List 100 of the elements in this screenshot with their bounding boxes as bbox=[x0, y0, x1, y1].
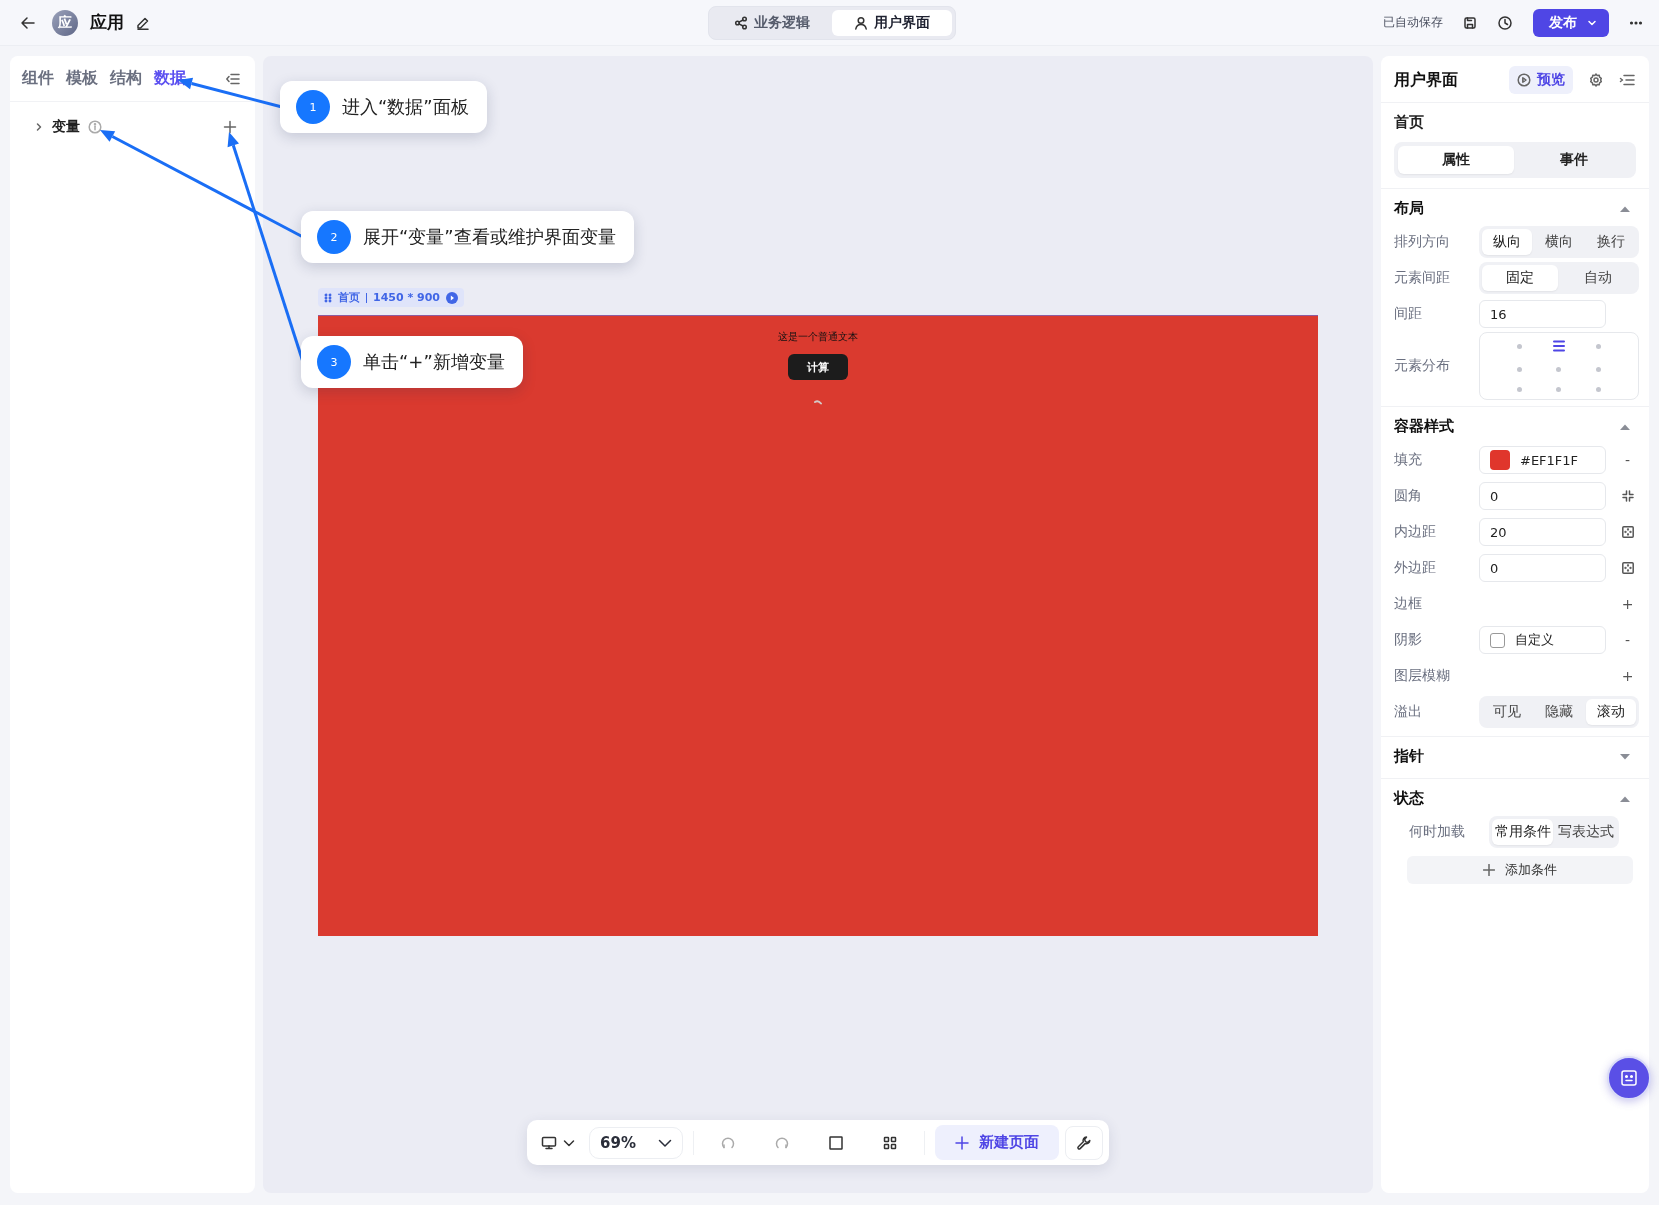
settings-icon[interactable] bbox=[1589, 73, 1603, 87]
app-logo: 应 bbox=[52, 9, 78, 36]
spacing-icon[interactable] bbox=[1621, 562, 1634, 574]
edit-icon[interactable] bbox=[136, 15, 150, 30]
tree-item[interactable]: 变量 bbox=[52, 118, 80, 136]
color-swatch[interactable] bbox=[1490, 450, 1510, 470]
back-icon[interactable] bbox=[20, 14, 36, 31]
segment-option[interactable]: 常用条件 bbox=[1492, 819, 1553, 845]
spacing-icon[interactable] bbox=[1621, 526, 1634, 538]
align-dot[interactable] bbox=[1517, 343, 1523, 349]
align-dot[interactable] bbox=[1517, 367, 1523, 372]
callout-text: 进入“数据”面板 bbox=[342, 95, 469, 119]
input-field[interactable]: 0 bbox=[1479, 554, 1606, 582]
add-icon[interactable] bbox=[223, 120, 237, 134]
checkbox[interactable] bbox=[1490, 632, 1505, 648]
section-title: 指针 bbox=[1394, 747, 1424, 766]
shadow-field[interactable]: 自定义 bbox=[1479, 626, 1606, 654]
align-dot[interactable] bbox=[1595, 367, 1601, 372]
wrench-icon bbox=[1075, 1134, 1092, 1151]
row-action[interactable]: + bbox=[1621, 668, 1634, 684]
field-label: 阴影 bbox=[1394, 631, 1423, 649]
segment-option[interactable]: 可见 bbox=[1482, 699, 1532, 725]
corners-icon[interactable] bbox=[1621, 490, 1634, 502]
play-icon bbox=[1517, 73, 1531, 87]
align-icon[interactable] bbox=[1552, 340, 1566, 353]
field-label: 填充 bbox=[1394, 451, 1423, 469]
row-action[interactable]: - bbox=[1624, 632, 1631, 648]
segment-option[interactable]: 横向 bbox=[1534, 229, 1584, 255]
page-name: 首页 bbox=[1393, 112, 1425, 133]
new-page-button[interactable]: 新建页面 bbox=[934, 1125, 1059, 1160]
row-action[interactable]: - bbox=[1624, 452, 1631, 468]
collapse-icon[interactable] bbox=[1619, 204, 1631, 213]
step-number: 1 bbox=[296, 90, 330, 124]
field-label: 圆角 bbox=[1394, 487, 1423, 505]
loading-icon bbox=[814, 400, 822, 406]
collapse-icon[interactable] bbox=[1619, 422, 1631, 431]
segment-option[interactable]: 换行 bbox=[1586, 229, 1636, 255]
chevron-icon[interactable] bbox=[34, 122, 44, 132]
input-field[interactable]: 16 bbox=[1479, 300, 1606, 328]
person-icon bbox=[853, 15, 868, 30]
tools-button[interactable] bbox=[1064, 1125, 1103, 1160]
step-number: 2 bbox=[317, 220, 351, 254]
field-label: 排列方向 bbox=[1394, 233, 1451, 251]
align-dot[interactable] bbox=[1556, 386, 1562, 392]
publish-button[interactable]: 发布 bbox=[1533, 8, 1609, 37]
panel-tab[interactable]: 结构 bbox=[110, 68, 142, 89]
input-field[interactable]: 0 bbox=[1479, 482, 1606, 510]
mode-tab[interactable]: 用户界面 bbox=[831, 9, 952, 36]
page-name: 首页 bbox=[338, 290, 360, 305]
align-dot[interactable] bbox=[1517, 386, 1523, 392]
panel-title: 用户界面 bbox=[1394, 69, 1459, 91]
expand-icon[interactable] bbox=[1619, 752, 1631, 761]
panel-tab[interactable]: 模板 bbox=[66, 68, 98, 89]
autosave-status: 已自动保存 bbox=[1383, 14, 1443, 31]
field-label: 元素分布 bbox=[1394, 357, 1451, 375]
section-title: 布局 bbox=[1394, 199, 1424, 218]
play-icon[interactable] bbox=[446, 291, 458, 304]
row-action[interactable]: + bbox=[1621, 596, 1634, 612]
collapse-icon[interactable] bbox=[1619, 794, 1631, 803]
field-label: 图层模糊 bbox=[1394, 667, 1451, 685]
align-dot[interactable] bbox=[1595, 343, 1601, 349]
align-dot[interactable] bbox=[1595, 386, 1601, 392]
section-title: 状态 bbox=[1394, 789, 1424, 808]
property-tab[interactable]: 事件 bbox=[1516, 146, 1632, 174]
drag-icon[interactable] bbox=[324, 292, 332, 303]
page-label[interactable]: 首页 1450 * 900 bbox=[318, 288, 464, 307]
grid-icon bbox=[881, 1134, 898, 1151]
callout-text: 单击“+”新增变量 bbox=[363, 350, 505, 374]
page-size: 1450 * 900 bbox=[373, 291, 440, 304]
segment-option[interactable]: 写表达式 bbox=[1555, 819, 1616, 845]
align-dot[interactable] bbox=[1556, 367, 1562, 372]
segment-option[interactable]: 固定 bbox=[1482, 265, 1558, 291]
callout-text: 展开“变量”查看或维护界面变量 bbox=[363, 225, 616, 249]
segment-option[interactable]: 滚动 bbox=[1586, 699, 1636, 725]
robot-icon bbox=[1619, 1068, 1639, 1088]
list-icon[interactable] bbox=[1619, 73, 1635, 87]
calculate-button[interactable]: 计算 bbox=[788, 354, 848, 380]
square-icon bbox=[827, 1134, 844, 1151]
add-icon bbox=[1483, 864, 1495, 876]
add-icon bbox=[954, 1135, 969, 1150]
segment-option[interactable]: 纵向 bbox=[1482, 229, 1532, 255]
input-field[interactable]: 20 bbox=[1479, 518, 1606, 546]
section-title: 容器样式 bbox=[1394, 417, 1454, 436]
segment-option[interactable]: 自动 bbox=[1560, 265, 1636, 291]
info-icon[interactable] bbox=[88, 120, 102, 134]
history-icon[interactable] bbox=[1497, 14, 1513, 31]
monitor-icon bbox=[541, 1134, 558, 1151]
field-label: 内边距 bbox=[1394, 523, 1437, 541]
property-tab[interactable]: 属性 bbox=[1398, 146, 1514, 174]
preview-button[interactable]: 预览 bbox=[1509, 66, 1573, 94]
color-field[interactable]: #EF1F1F bbox=[1479, 446, 1606, 474]
segment-option[interactable]: 隐藏 bbox=[1534, 699, 1584, 725]
app-name: 应用 bbox=[90, 11, 124, 34]
add-condition-button[interactable]: 添加条件 bbox=[1407, 856, 1633, 884]
mode-tab[interactable]: 业务逻辑 bbox=[711, 9, 832, 36]
panel-tab[interactable]: 组件 bbox=[22, 68, 54, 89]
save-icon[interactable] bbox=[1463, 15, 1477, 30]
field-label: 元素间距 bbox=[1394, 269, 1451, 287]
field-label: 溢出 bbox=[1394, 703, 1423, 721]
zoom-select[interactable]: 69% bbox=[589, 1126, 683, 1159]
